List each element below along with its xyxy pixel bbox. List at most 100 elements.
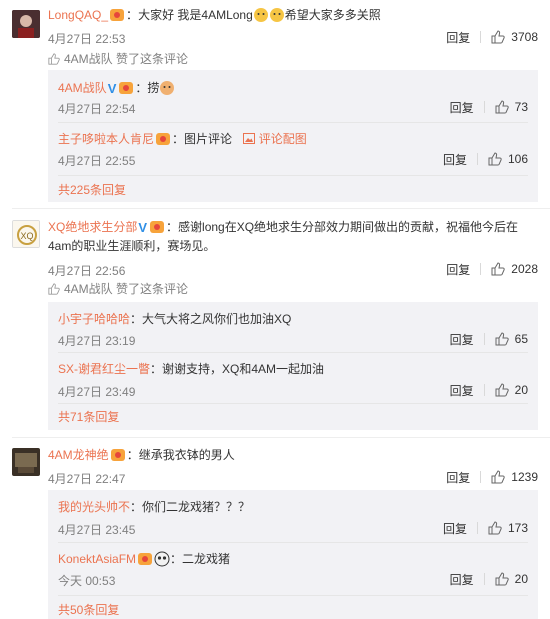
reply-item: 主子哆啦本人肯尼 ：图片评论 评论配图 4月27日 22:55 回复 106 [58, 132, 528, 168]
username-link[interactable]: LongQAQ_ [48, 8, 108, 22]
like-count: 1239 [511, 470, 538, 484]
more-replies-link[interactable]: 共225条回复 [58, 181, 126, 198]
avatar[interactable]: XQ [12, 220, 40, 248]
comment-text: XQ绝地求生分部V ：感谢long在XQ绝地求生分部效力期间做出的贡献，祝福他今后… [48, 220, 519, 253]
like-button[interactable]: 173 [488, 521, 528, 535]
reply-button[interactable]: 回复 [446, 261, 470, 278]
comment-1: LongQAQ_ ：大家好 我是4AMLong 希望大家多多关照 4月27日 22:… [0, 0, 550, 210]
reply-thread: 小宇子哈哈哈：大气大将之风你们也加油XQ 4月27日 23:19 回复 65 S… [48, 302, 538, 430]
thumbs-up-icon [495, 572, 509, 586]
svg-text:XQ: XQ [20, 231, 33, 241]
comment-time: 4月27日 22:56 [48, 264, 126, 278]
reply-item: 4AM战队V ：捞 4月27日 22:54 回复 73 [58, 81, 528, 116]
thumbs-up-icon [488, 152, 502, 166]
reply-thread: 我的光头帅不：你们二龙戏猪？？？ 4月27日 23:45 回复 173 Kone… [48, 490, 538, 619]
reply-button[interactable]: 回复 [450, 331, 474, 348]
comment-actions: 回复 1239 [446, 469, 538, 485]
reply-item: SX-谢君红尘一瞥：谢谢支持，XQ和4AM一起加油 4月27日 23:49 回复… [58, 362, 528, 399]
thumbs-up-icon [495, 100, 509, 114]
reply-item: 我的光头帅不：你们二龙戏猪？？？ 4月27日 23:45 回复 173 [58, 500, 528, 537]
vip-badge-icon [150, 221, 165, 233]
reply-button[interactable]: 回复 [446, 29, 470, 46]
divider [12, 208, 550, 209]
comment-time: 4月27日 22:47 [48, 472, 126, 486]
reply-time: 今天 00:53 [58, 574, 116, 588]
vip-badge-icon [110, 9, 125, 21]
reply-time: 4月27日 22:55 [58, 154, 136, 168]
liked-by-note: 4AM战队 赞了这条评论 [48, 280, 188, 297]
reply-item: 小宇子哈哈哈：大气大将之风你们也加油XQ 4月27日 23:19 回复 65 [58, 312, 528, 348]
verified-v-icon: V [138, 220, 148, 235]
like-count: 2028 [511, 262, 538, 276]
username-link[interactable]: XQ绝地求生分部 [48, 220, 137, 234]
avatar[interactable] [12, 10, 40, 38]
divider [58, 175, 528, 176]
comment-time: 4月27日 22:53 [48, 32, 126, 46]
username-link[interactable]: 小宇子哈哈哈 [58, 312, 130, 326]
more-replies-link[interactable]: 共71条回复 [58, 408, 119, 425]
like-count: 65 [514, 332, 528, 346]
like-count: 173 [507, 521, 528, 535]
emoji-icon [253, 8, 268, 22]
thumbs-up-icon [491, 262, 505, 276]
reply-item: KonektAsiaFM ：二龙戏猪 今天 00:53 回复 20 [58, 551, 528, 588]
picture-link[interactable]: 评论配图 [243, 132, 307, 146]
reply-thread: 4AM战队V ：捞 4月27日 22:54 回复 73 主子哆啦本人肯尼 ：图片评论… [48, 70, 538, 202]
emoji-icon [160, 81, 175, 95]
reply-button[interactable]: 回复 [446, 469, 470, 486]
like-count: 20 [514, 383, 528, 397]
emoji-icon [154, 551, 170, 567]
divider [480, 31, 482, 43]
emoji-icon [269, 8, 284, 22]
thumbs-up-icon [491, 30, 505, 44]
username-link[interactable]: 我的光头帅不 [58, 500, 130, 514]
comment-3: 4AM龙神绝 ：继承我衣钵的男人 4月27日 22:47 回复 1239 我的光头… [0, 438, 550, 619]
like-button[interactable]: 20 [495, 383, 528, 397]
vip-badge-icon [138, 553, 153, 565]
like-button[interactable]: 106 [488, 152, 528, 166]
vip-badge-icon [156, 133, 171, 145]
reply-time: 4月27日 22:54 [58, 102, 136, 116]
comment-actions: 回复 3708 [446, 29, 538, 45]
username-link[interactable]: 4AM龙神绝 [48, 448, 109, 462]
reply-time: 4月27日 23:45 [58, 523, 136, 537]
verified-v-icon: V [107, 81, 117, 96]
thumbs-up-icon [495, 332, 509, 346]
reply-time: 4月27日 23:49 [58, 385, 136, 399]
username-link[interactable]: 主子哆啦本人肯尼 [58, 132, 154, 146]
reply-button[interactable]: 回复 [443, 520, 467, 537]
like-button[interactable]: 2028 [491, 262, 538, 276]
like-count: 20 [514, 572, 528, 586]
like-button[interactable]: 73 [495, 100, 528, 114]
reply-button[interactable]: 回复 [450, 571, 474, 588]
like-count: 3708 [511, 30, 538, 44]
like-count: 106 [507, 152, 528, 166]
thumbs-up-icon [48, 282, 60, 295]
reply-button[interactable]: 回复 [443, 151, 467, 168]
thumbs-up-icon [491, 470, 505, 484]
reply-button[interactable]: 回复 [450, 382, 474, 399]
comment-actions: 回复 2028 [446, 261, 538, 277]
comment-2: XQ XQ绝地求生分部V ：感谢long在XQ绝地求生分部效力期间做出的贡献，祝福… [0, 210, 550, 438]
username-link[interactable]: SX-谢君红尘一瞥 [58, 362, 150, 376]
thumbs-up-icon [488, 521, 502, 535]
like-button[interactable]: 1239 [491, 470, 538, 484]
username-link[interactable]: KonektAsiaFM [58, 552, 136, 566]
avatar[interactable] [12, 448, 40, 476]
picture-icon [243, 133, 256, 144]
vip-badge-icon [110, 449, 125, 461]
like-button[interactable]: 3708 [491, 30, 538, 44]
vip-badge-icon [119, 82, 134, 94]
liked-by-note: 4AM战队 赞了这条评论 [48, 50, 188, 67]
thumbs-up-icon [495, 383, 509, 397]
comment-text: LongQAQ_ ：大家好 我是4AMLong 希望大家多多关照 [48, 8, 381, 22]
like-count: 73 [514, 100, 528, 114]
thumbs-up-icon [48, 52, 60, 65]
username-link[interactable]: 4AM战队 [58, 81, 107, 95]
comment-text: 4AM龙神绝 ：继承我衣钵的男人 [48, 448, 235, 462]
more-replies-link[interactable]: 共50条回复 [58, 601, 119, 618]
reply-time: 4月27日 23:19 [58, 334, 136, 348]
like-button[interactable]: 20 [495, 572, 528, 586]
reply-button[interactable]: 回复 [450, 99, 474, 116]
like-button[interactable]: 65 [495, 332, 528, 346]
